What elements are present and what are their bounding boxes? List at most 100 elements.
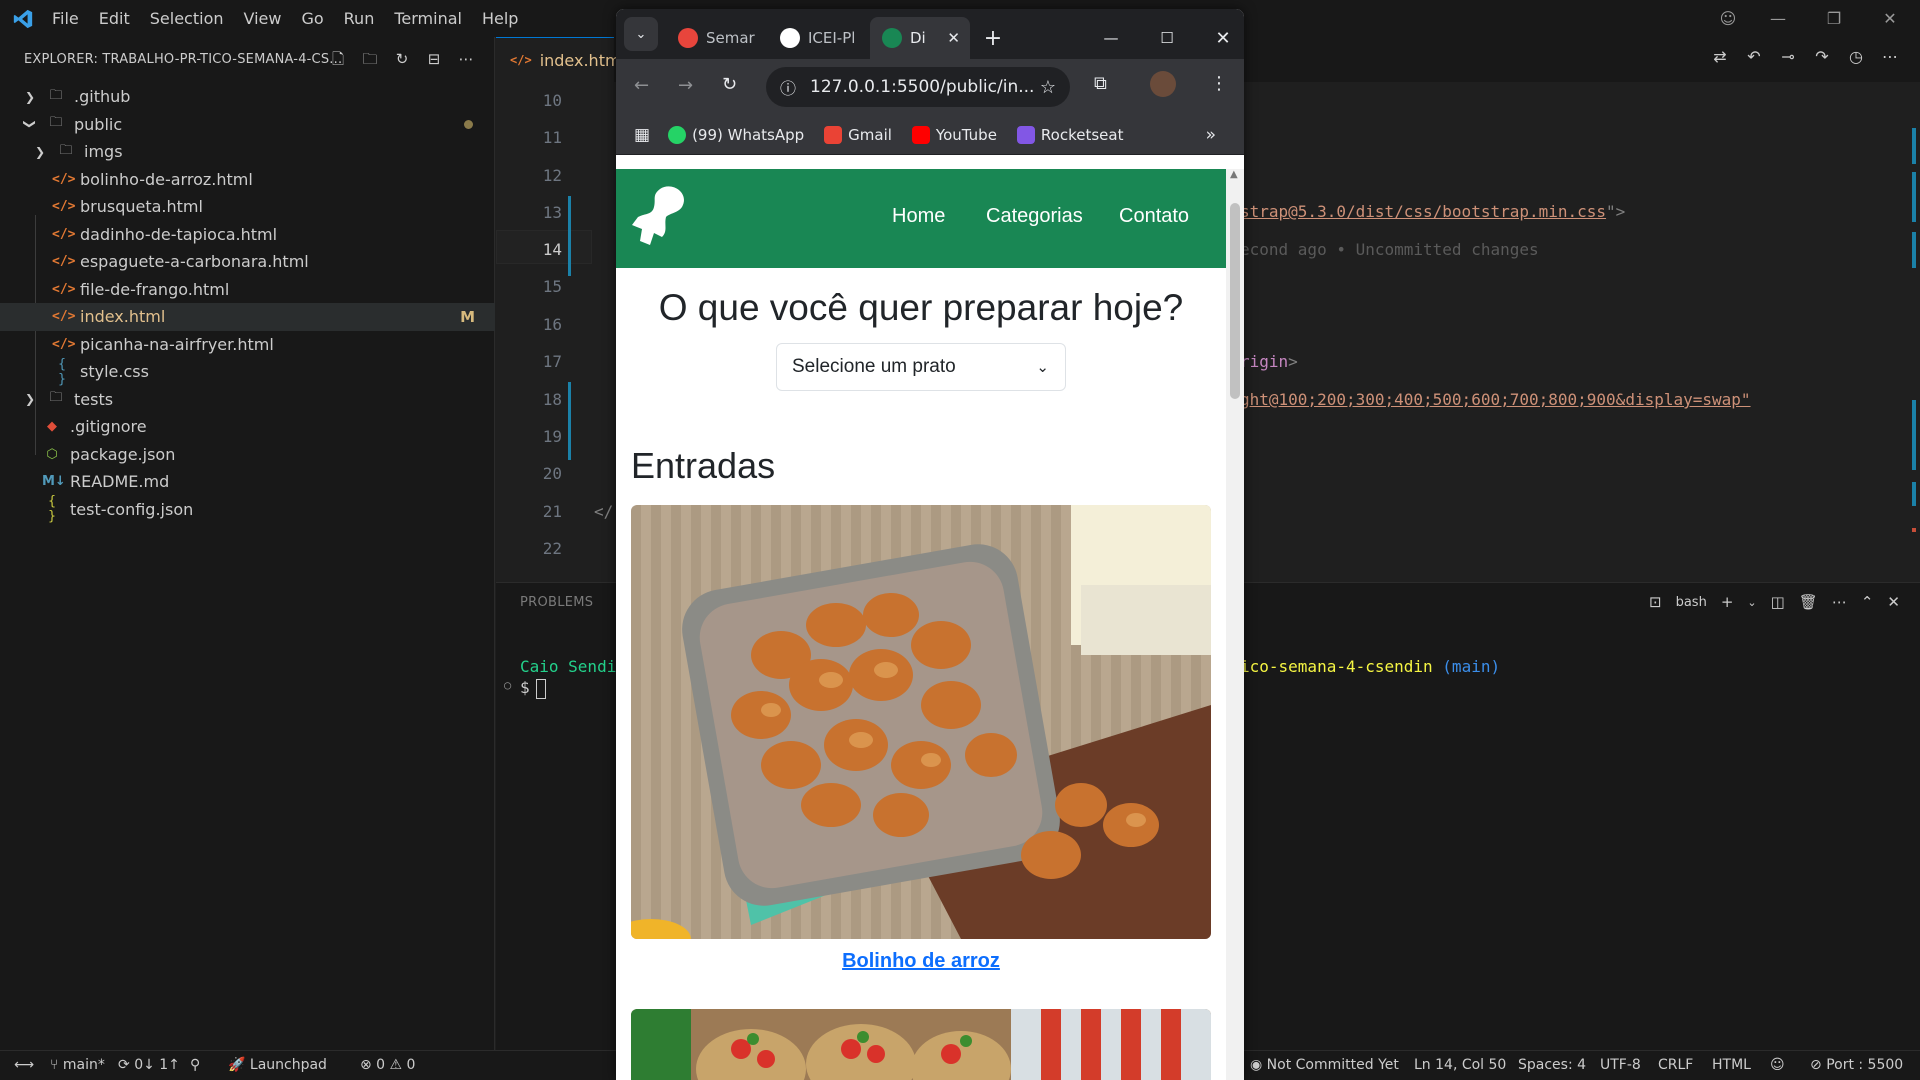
maximize-panel-icon[interactable]: ⌃ bbox=[1861, 593, 1874, 611]
close-browser-button[interactable]: ✕ bbox=[1208, 17, 1238, 59]
site-logo-icon[interactable] bbox=[630, 183, 690, 249]
terminal-input-line[interactable]: $ bbox=[520, 678, 546, 699]
tree-item-public[interactable]: ❯ 🗀 public bbox=[0, 111, 495, 139]
tree-item-file-frango[interactable]: </> file-de-frango.html bbox=[0, 276, 495, 304]
apps-grid-icon[interactable]: ▦ bbox=[634, 125, 650, 145]
remote-icon[interactable]: ⟷ bbox=[14, 1057, 34, 1073]
stylesheet-url[interactable]: strap@5.3.0/dist/css/bootstrap.min.css bbox=[1240, 202, 1606, 221]
tab-index-html[interactable]: </> index.html bbox=[496, 37, 625, 82]
menu-help[interactable]: Help bbox=[472, 0, 528, 37]
git-branch[interactable]: ⑂ main* bbox=[50, 1057, 105, 1073]
reload-icon[interactable]: ↻ bbox=[722, 74, 737, 95]
new-terminal-icon[interactable]: + bbox=[1721, 593, 1734, 611]
menu-run[interactable]: Run bbox=[334, 0, 385, 37]
nav-categorias[interactable]: Categorias bbox=[986, 205, 1083, 228]
tree-item-readme[interactable]: M↓ README.md bbox=[0, 468, 495, 496]
more-actions-icon[interactable]: ⋯ bbox=[1832, 593, 1847, 611]
site-info-icon[interactable]: ⓘ bbox=[780, 75, 796, 99]
new-folder-icon[interactable]: 🗀 bbox=[360, 49, 380, 69]
forward-icon[interactable]: → bbox=[678, 75, 693, 96]
launchpad[interactable]: 🚀 Launchpad bbox=[228, 1057, 327, 1073]
menu-view[interactable]: View bbox=[234, 0, 292, 37]
tab-search-button[interactable]: ⌄ bbox=[624, 17, 658, 51]
more-actions-icon[interactable]: ⋯ bbox=[456, 49, 476, 69]
tree-item-espaguete[interactable]: </> espaguete-a-carbonara.html bbox=[0, 248, 495, 276]
maximize-browser-button[interactable]: ☐ bbox=[1152, 17, 1182, 59]
next-change-icon[interactable]: ↷ bbox=[1812, 47, 1832, 66]
card-link-bolinho[interactable]: Bolinho de arroz bbox=[616, 950, 1226, 973]
trash-icon[interactable]: 🗑 bbox=[1799, 593, 1818, 611]
tree-item-style[interactable]: { } style.css bbox=[0, 357, 495, 387]
problems-count[interactable]: ⊗ 0 ⚠ 0 bbox=[360, 1057, 415, 1073]
git-blame-status[interactable]: ◉ Not Committed Yet bbox=[1250, 1057, 1399, 1073]
brusqueta-image[interactable] bbox=[631, 1009, 1211, 1080]
nav-contato[interactable]: Contato bbox=[1119, 205, 1189, 228]
more-actions-icon[interactable]: ⋯ bbox=[1880, 47, 1900, 66]
line-ending[interactable]: CRLF bbox=[1658, 1057, 1693, 1073]
font-url[interactable]: ght@100;200;300;400;500;600;700;800;900&… bbox=[1240, 390, 1751, 409]
tree-item-tests[interactable]: ❯ 🗀 tests bbox=[0, 386, 495, 414]
tree-item-gitignore[interactable]: ◆ .gitignore bbox=[0, 413, 495, 441]
menu-selection[interactable]: Selection bbox=[140, 0, 234, 37]
refresh-icon[interactable]: ↻ bbox=[392, 49, 412, 69]
close-panel-icon[interactable]: ✕ bbox=[1887, 593, 1900, 611]
git-commit-icon[interactable]: ⊸ bbox=[1778, 47, 1798, 66]
menu-edit[interactable]: Edit bbox=[89, 0, 140, 37]
indentation[interactable]: Spaces: 4 bbox=[1518, 1057, 1586, 1073]
nav-home[interactable]: Home bbox=[892, 205, 945, 228]
minimize-button[interactable]: — bbox=[1750, 0, 1806, 37]
address-bar[interactable]: ⓘ 127.0.0.1:5500/public/in... ☆ bbox=[766, 67, 1070, 107]
minimap[interactable] bbox=[1906, 82, 1920, 582]
cursor-position[interactable]: Ln 14, Col 50 bbox=[1414, 1057, 1506, 1073]
bookmark-youtube[interactable]: YouTube bbox=[911, 125, 997, 144]
menu-go[interactable]: Go bbox=[291, 0, 333, 37]
encoding[interactable]: UTF-8 bbox=[1600, 1057, 1641, 1073]
back-icon[interactable]: ← bbox=[634, 75, 649, 96]
compare-icon[interactable]: ⇄ bbox=[1710, 47, 1730, 66]
collapse-icon[interactable]: ⊟ bbox=[424, 49, 444, 69]
chevron-down-icon[interactable]: ⌄ bbox=[1747, 596, 1756, 609]
more-bookmarks-icon[interactable]: » bbox=[1206, 125, 1216, 145]
scrollbar-thumb[interactable] bbox=[1230, 203, 1240, 399]
menu-file[interactable]: File bbox=[42, 0, 89, 37]
timeline-icon[interactable]: ◷ bbox=[1846, 47, 1866, 66]
terminal-name[interactable]: bash bbox=[1676, 595, 1707, 610]
bookmark-whatsapp[interactable]: (99) WhatsApp bbox=[668, 125, 804, 144]
tree-item-imgs[interactable]: ❯ 🗀 imgs bbox=[0, 138, 495, 166]
scroll-up-icon[interactable]: ▲ bbox=[1230, 169, 1238, 180]
extensions-icon[interactable]: ⧉ bbox=[1094, 73, 1107, 94]
new-file-icon[interactable]: 🗋 bbox=[328, 49, 348, 69]
tree-item-index[interactable]: </> index.html M bbox=[0, 303, 495, 331]
split-terminal-icon[interactable]: ◫ bbox=[1771, 593, 1785, 611]
page-scrollbar[interactable]: ▲ bbox=[1226, 169, 1244, 1080]
bookmark-star-icon[interactable]: ☆ bbox=[1040, 77, 1056, 98]
browser-tab-1[interactable]: Semar bbox=[666, 17, 766, 59]
copilot-status-icon[interactable]: ☺ bbox=[1770, 1057, 1785, 1073]
git-sync[interactable]: ⟳ 0↓ 1↑ bbox=[118, 1057, 180, 1073]
git-graph-icon[interactable]: ⚲ bbox=[190, 1057, 200, 1073]
close-tab-icon[interactable]: ✕ bbox=[947, 29, 960, 47]
browser-tab-2[interactable]: ICEI-Pl bbox=[768, 17, 868, 59]
dish-select[interactable]: Selecione um prato ⌄ bbox=[776, 343, 1066, 391]
new-tab-button[interactable]: + bbox=[978, 17, 1008, 59]
bookmark-gmail[interactable]: Gmail bbox=[824, 125, 892, 144]
previous-change-icon[interactable]: ↶ bbox=[1744, 47, 1764, 66]
bolinho-de-arroz-image[interactable] bbox=[631, 505, 1211, 939]
browser-tab-active[interactable]: Di ✕ bbox=[870, 17, 970, 59]
tree-item-dadinho[interactable]: </> dadinho-de-tapioca.html bbox=[0, 221, 495, 249]
tree-item-test-config[interactable]: { } test-config.json bbox=[0, 494, 495, 524]
menu-kebab-icon[interactable]: ⋮ bbox=[1210, 73, 1228, 94]
bookmark-rocketseat[interactable]: Rocketseat bbox=[1016, 125, 1123, 144]
tree-item-github[interactable]: ❯ 🗀 .github bbox=[0, 83, 495, 111]
tree-item-picanha[interactable]: </> picanha-na-airfryer.html bbox=[0, 331, 495, 359]
menu-terminal[interactable]: Terminal bbox=[384, 0, 472, 37]
close-window-button[interactable]: ✕ bbox=[1862, 0, 1918, 37]
minimize-browser-button[interactable]: — bbox=[1096, 17, 1126, 59]
restore-button[interactable]: ❐ bbox=[1806, 0, 1862, 37]
tree-item-brusqueta[interactable]: </> brusqueta.html bbox=[0, 193, 495, 221]
tree-item-package[interactable]: ⬡ package.json bbox=[0, 441, 495, 469]
live-server-port[interactable]: ⊘ Port : 5500 bbox=[1810, 1057, 1903, 1073]
tab-problems[interactable]: PROBLEMS bbox=[520, 595, 593, 610]
tree-item-bolinho[interactable]: </> bolinho-de-arroz.html bbox=[0, 166, 495, 194]
copilot-icon[interactable]: ☺ bbox=[1700, 0, 1756, 37]
